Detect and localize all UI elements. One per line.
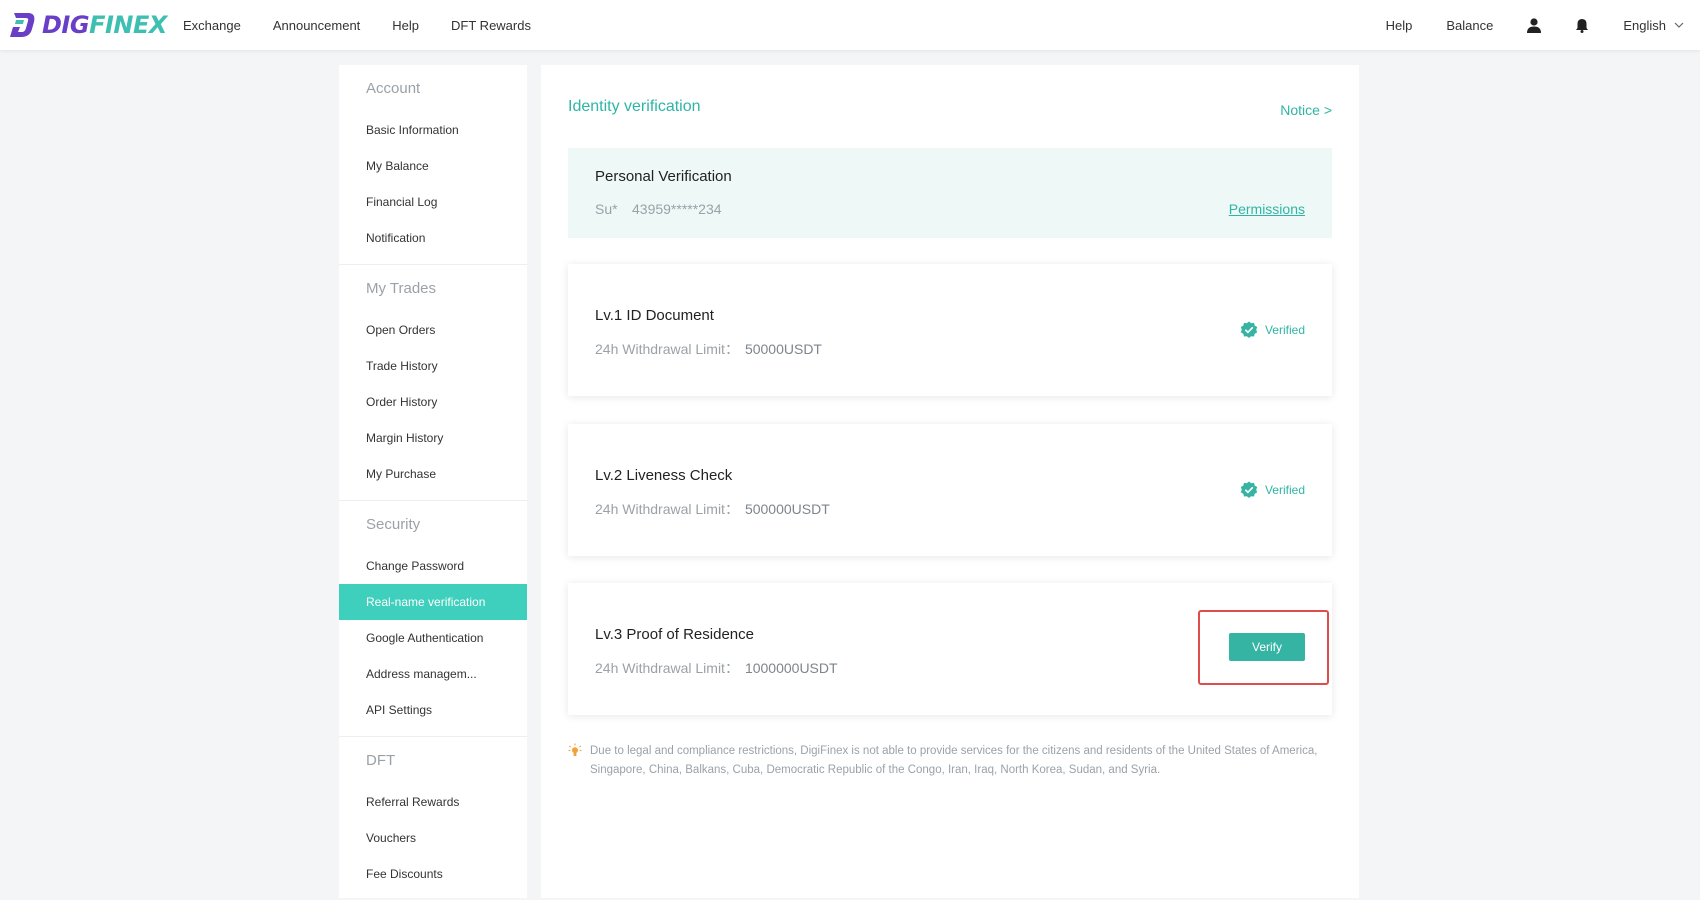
nav-announcement[interactable]: Announcement [273,18,360,33]
nav-help[interactable]: Help [392,18,419,33]
compliance-disclaimer: Due to legal and compliance restrictions… [568,742,1332,780]
verified-check-icon [1240,481,1258,498]
personal-verification-box: Personal Verification Su* 43959*****234 … [568,148,1332,238]
sidebar-item-api-settings[interactable]: API Settings [339,692,527,728]
level-2-status: Verified [1264,483,1305,497]
sidebar-item-my-purchase[interactable]: My Purchase [339,456,527,492]
language-selector[interactable]: English [1623,18,1684,33]
level-3-title: Lv.3 Proof of Residence [595,626,754,643]
lightbulb-icon [568,742,590,780]
permissions-link[interactable]: Permissions [1229,201,1305,217]
identity-verification-panel: Identity verification Notice > Personal … [541,65,1359,898]
level-3-limit: 24h Withdrawal Limit： 1000000USDT [595,658,838,678]
sidebar-item-order-history[interactable]: Order History [339,384,527,420]
level-1-status: Verified [1264,323,1305,337]
bell-icon[interactable] [1575,18,1589,33]
sidebar-title-security: Security [366,516,421,533]
sidebar-item-address-management[interactable]: Address managem... [339,656,527,692]
sidebar-item-financial-log[interactable]: Financial Log [339,184,527,220]
sidebar-title-my-trades: My Trades [366,280,437,297]
sidebar-group-my-trades: My Trades Open Orders Trade History Orde… [339,265,527,501]
level-3-limit-value: 1000000USDT [744,660,838,676]
personal-verification-title: Personal Verification [595,168,732,185]
level-1-card: Lv.1 ID Document 24h Withdrawal Limit： 50… [568,264,1332,396]
nav-dft-rewards[interactable]: DFT Rewards [451,18,531,33]
level-1-limit-label: 24h Withdrawal Limit： [595,341,739,357]
level-3-card: Lv.3 Proof of Residence 24h Withdrawal L… [568,583,1332,715]
sidebar-item-basic-information[interactable]: Basic Information [339,112,527,148]
disclaimer-text: Due to legal and compliance restrictions… [590,745,1318,776]
page-title: Identity verification [568,98,701,115]
sidebar-item-fee-discounts[interactable]: Fee Discounts [339,856,527,892]
sidebar-item-notification[interactable]: Notification [339,220,527,256]
level-1-verified-badge: Verified [1240,321,1305,339]
notice-link[interactable]: Notice > [1280,102,1332,118]
digifinex-logo-text: DIGFINEX [42,11,167,39]
personal-id-number: 43959*****234 [632,201,722,217]
level-2-card: Lv.2 Liveness Check 24h Withdrawal Limit… [568,424,1332,556]
sidebar-item-change-password[interactable]: Change Password [339,548,527,584]
level-1-limit: 24h Withdrawal Limit： 50000USDT [595,339,822,359]
sidebar-group-dft: DFT Referral Rewards Vouchers Fee Discou… [339,737,527,900]
verify-button[interactable]: Verify [1229,633,1305,661]
sidebar-item-google-authentication[interactable]: Google Authentication [339,620,527,656]
top-navigation-bar: DIGFINEX Exchange Announcement Help DFT … [0,0,1700,50]
level-2-verified-badge: Verified [1240,481,1305,499]
logo-text-finex: FINEX [89,11,167,39]
level-3-limit-label: 24h Withdrawal Limit： [595,660,739,676]
sidebar-title-account: Account [366,80,421,97]
primary-nav: Exchange Announcement Help DFT Rewards [183,0,563,50]
sidebar-group-account: Account Basic Information My Balance Fin… [339,65,527,265]
language-label: English [1623,17,1666,33]
nav-help-right[interactable]: Help [1386,18,1413,33]
level-2-limit-value: 500000USDT [744,501,830,517]
sidebar-item-real-name-verification[interactable]: Real-name verification [339,584,527,620]
sidebar-item-margin-history[interactable]: Margin History [339,420,527,456]
personal-name: Su* [595,201,618,217]
sidebar-title-dft: DFT [366,752,396,769]
verified-check-icon [1240,321,1258,338]
sidebar-group-security: Security Change Password Real-name verif… [339,501,527,737]
sidebar-item-vouchers[interactable]: Vouchers [339,820,527,856]
level-2-title: Lv.2 Liveness Check [595,467,733,484]
account-sidebar: Account Basic Information My Balance Fin… [339,65,527,898]
sidebar-item-open-orders[interactable]: Open Orders [339,312,527,348]
user-icon[interactable] [1527,17,1542,33]
secondary-nav: Help Balance English [1352,0,1684,50]
level-2-limit-label: 24h Withdrawal Limit： [595,501,739,517]
nav-exchange[interactable]: Exchange [183,18,241,33]
chevron-down-icon [1674,22,1684,28]
level-2-limit: 24h Withdrawal Limit： 500000USDT [595,499,830,519]
level-1-title: Lv.1 ID Document [595,307,714,324]
sidebar-item-referral-rewards[interactable]: Referral Rewards [339,784,527,820]
sidebar-item-trade-history[interactable]: Trade History [339,348,527,384]
digifinex-logo[interactable]: DIGFINEX [8,10,167,40]
logo-text-dig: DIG [42,11,90,39]
digifinex-logo-mark-icon [10,13,35,37]
nav-balance[interactable]: Balance [1446,18,1493,33]
level-1-limit-value: 50000USDT [744,341,822,357]
sidebar-item-my-balance[interactable]: My Balance [339,148,527,184]
